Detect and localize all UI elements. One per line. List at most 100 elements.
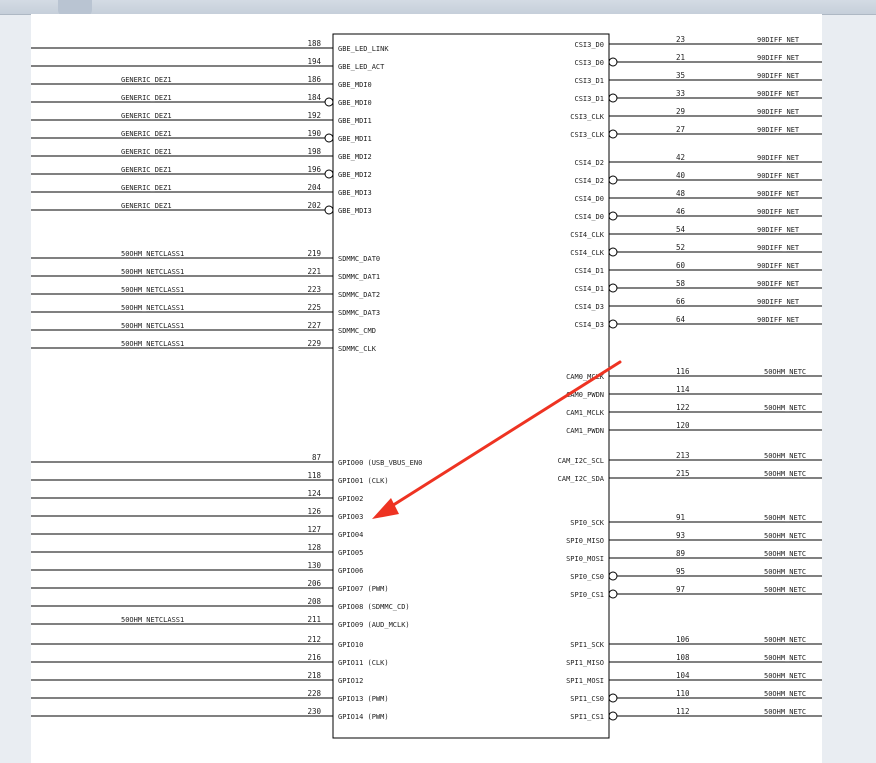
left-pin-188: 188 GBE_LED_LINK bbox=[31, 39, 389, 53]
pin-name: GBE_MDI0 bbox=[338, 99, 372, 107]
pin-name: GPIO10 bbox=[338, 641, 363, 649]
net-class-label: 90DIFF_NET bbox=[757, 244, 800, 252]
pin-name: CSI3_CLK bbox=[570, 113, 605, 121]
pin-number: 35 bbox=[676, 71, 685, 80]
pin-number: 229 bbox=[307, 339, 321, 348]
pin-number: 206 bbox=[307, 579, 321, 588]
pin-name: GBE_MDI3 bbox=[338, 189, 372, 197]
net-class-label: 90DIFF_NET bbox=[757, 208, 800, 216]
pin-name: SDMMC_CLK bbox=[338, 345, 377, 353]
right-pin-48: 48 CSI4_D0 90DIFF_NET bbox=[574, 189, 822, 203]
net-class-label: 90DIFF_NET bbox=[757, 226, 800, 234]
pin-number: 27 bbox=[676, 125, 685, 134]
pin-number: 66 bbox=[676, 297, 686, 306]
pin-number: 130 bbox=[307, 561, 321, 570]
inversion-bubble bbox=[608, 211, 618, 221]
left-pin-190: 190 GBE_MDI1 GENERIC_DEZ1 bbox=[31, 129, 372, 143]
pin-name: SDMMC_CMD bbox=[338, 327, 376, 335]
left-pin-228: 228 GPIO13 (PWM) bbox=[31, 689, 389, 703]
inversion-bubble bbox=[608, 129, 618, 139]
pin-number: 202 bbox=[307, 201, 321, 210]
pin-number: 188 bbox=[307, 39, 321, 48]
net-class-label: 90DIFF_NET bbox=[757, 316, 800, 324]
inversion-bubble bbox=[608, 319, 618, 329]
net-class-label: 90DIFF_NET bbox=[757, 126, 800, 134]
pin-number: 46 bbox=[676, 207, 686, 216]
net-class-label: 50OHM_NETC bbox=[764, 568, 806, 576]
pin-number: 184 bbox=[307, 93, 321, 102]
pin-name: GBE_LED_ACT bbox=[338, 63, 385, 71]
right-pin-33: 33 CSI3_D1 90DIFF_NET bbox=[574, 89, 822, 103]
pin-number: 208 bbox=[307, 597, 321, 606]
net-class-label: 50OHM_NETCLASS1 bbox=[121, 268, 184, 276]
pin-name: SPI1_MISO bbox=[566, 659, 604, 667]
left-pin-206: 206 GPIO07 (PWM) bbox=[31, 579, 389, 593]
right-pin-122: 122 CAM1_MCLK 50OHM_NETC bbox=[566, 403, 822, 417]
right-pin-91: 91 SPI0_SCK 50OHM_NETC bbox=[570, 513, 822, 527]
right-pin-89: 89 SPI0_MOSI 50OHM_NETC bbox=[566, 549, 822, 563]
right-pin-116: 116CAM0_MCLK50OHM_NETC bbox=[566, 367, 822, 381]
net-class-label: GENERIC_DEZ1 bbox=[121, 130, 172, 138]
ic-body bbox=[332, 33, 610, 739]
left-pin-208: 208 GPIO08 (SDMMC_CD) bbox=[31, 597, 410, 611]
pin-name: CSI3_D0 bbox=[574, 41, 604, 49]
net-class-label: GENERIC_DEZ1 bbox=[121, 94, 172, 102]
inversion-bubble bbox=[324, 169, 334, 179]
left-pin-211: 211 GPIO09 (AUD_MCLK) 50OHM_NETCLASS1 bbox=[31, 615, 410, 629]
pin-name: CAM_I2C_SDA bbox=[558, 475, 605, 483]
schematic-sheet: 188 GBE_LED_LINK 194 GBE_LED_ACT 186 GBE_MDI0… bbox=[31, 14, 822, 763]
right-pin-112: 112 SPI1_CS1 50OHM_NETC bbox=[570, 707, 822, 721]
pin-name: CSI4_CLK bbox=[570, 249, 605, 257]
pin-name: SDMMC_DAT0 bbox=[338, 255, 380, 263]
right-pin-60: 60 CSI4_D1 90DIFF_NET bbox=[574, 261, 822, 275]
pin-name: SDMMC_DAT3 bbox=[338, 309, 380, 317]
left-pin-198: 198 GBE_MDI2 GENERIC_DEZ1 bbox=[31, 147, 372, 161]
pin-number: 223 bbox=[307, 285, 321, 294]
pin-name: CAM_I2C_SCL bbox=[558, 457, 604, 465]
pin-name: GBE_LED_LINK bbox=[338, 45, 389, 53]
inversion-bubble bbox=[608, 589, 618, 599]
net-class-label: 50OHM_NETCLASS1 bbox=[121, 250, 184, 258]
net-class-label: GENERIC_DEZ1 bbox=[121, 148, 172, 156]
pin-name: GBE_MDI3 bbox=[338, 207, 372, 215]
pin-number: 58 bbox=[676, 279, 686, 288]
pin-name: GPIO09 (AUD_MCLK) bbox=[338, 621, 410, 629]
pin-number: 91 bbox=[676, 513, 685, 522]
net-class-label: 50OHM_NETC bbox=[764, 690, 806, 698]
pin-name: GBE_MDI2 bbox=[338, 153, 372, 161]
right-pin-46: 46 CSI4_D0 90DIFF_NET bbox=[574, 207, 822, 221]
right-pin-64: 64 CSI4_D3 90DIFF_NET bbox=[574, 315, 822, 329]
pin-name: CSI4_D0 bbox=[574, 195, 604, 203]
pin-name: GPIO08 (SDMMC_CD) bbox=[338, 603, 410, 611]
right-pin-58: 58 CSI4_D1 90DIFF_NET bbox=[574, 279, 822, 293]
right-pin-21: 21 CSI3_D0 90DIFF_NET bbox=[574, 53, 822, 67]
pin-number: 87 bbox=[312, 453, 321, 462]
pin-name: GBE_MDI2 bbox=[338, 171, 372, 179]
pin-name: GPIO12 bbox=[338, 677, 363, 685]
pin-number: 29 bbox=[676, 107, 685, 116]
left-pin-196: 196 GBE_MDI2 GENERIC_DEZ1 bbox=[31, 165, 372, 179]
pin-name: SPI0_CS1 bbox=[570, 591, 604, 599]
pin-name: SPI1_CS0 bbox=[570, 695, 604, 703]
left-pin-130: 130 GPIO06 bbox=[31, 561, 363, 575]
pin-number: 126 bbox=[307, 507, 321, 516]
net-class-label: GENERIC_DEZ1 bbox=[121, 202, 172, 210]
right-pin-52: 52 CSI4_CLK 90DIFF_NET bbox=[570, 243, 822, 257]
left-pin-184: 184 GBE_MDI0 GENERIC_DEZ1 bbox=[31, 93, 372, 107]
pin-number: 54 bbox=[676, 225, 686, 234]
left-pin-225: 225 SDMMC_DAT3 50OHM_NETCLASS1 bbox=[31, 303, 380, 317]
pin-number: 48 bbox=[676, 189, 686, 198]
left-pin-219: 219 SDMMC_DAT0 50OHM_NETCLASS1 bbox=[31, 249, 380, 263]
inversion-bubble bbox=[324, 205, 334, 215]
inversion-bubble bbox=[608, 175, 618, 185]
net-class-label: 90DIFF_NET bbox=[757, 190, 800, 198]
net-class-label: 50OHM_NETCLASS1 bbox=[121, 340, 184, 348]
pin-number: 128 bbox=[307, 543, 321, 552]
pin-name: CSI4_D0 bbox=[574, 213, 604, 221]
net-class-label: 50OHM_NETC bbox=[764, 654, 806, 662]
pin-number: 216 bbox=[307, 653, 321, 662]
net-class-label: GENERIC_DEZ1 bbox=[121, 76, 172, 84]
net-class-label: 50OHM_NETC bbox=[764, 452, 806, 460]
pin-name: GPIO05 bbox=[338, 549, 363, 557]
pin-name: SPI1_CS1 bbox=[570, 713, 604, 721]
